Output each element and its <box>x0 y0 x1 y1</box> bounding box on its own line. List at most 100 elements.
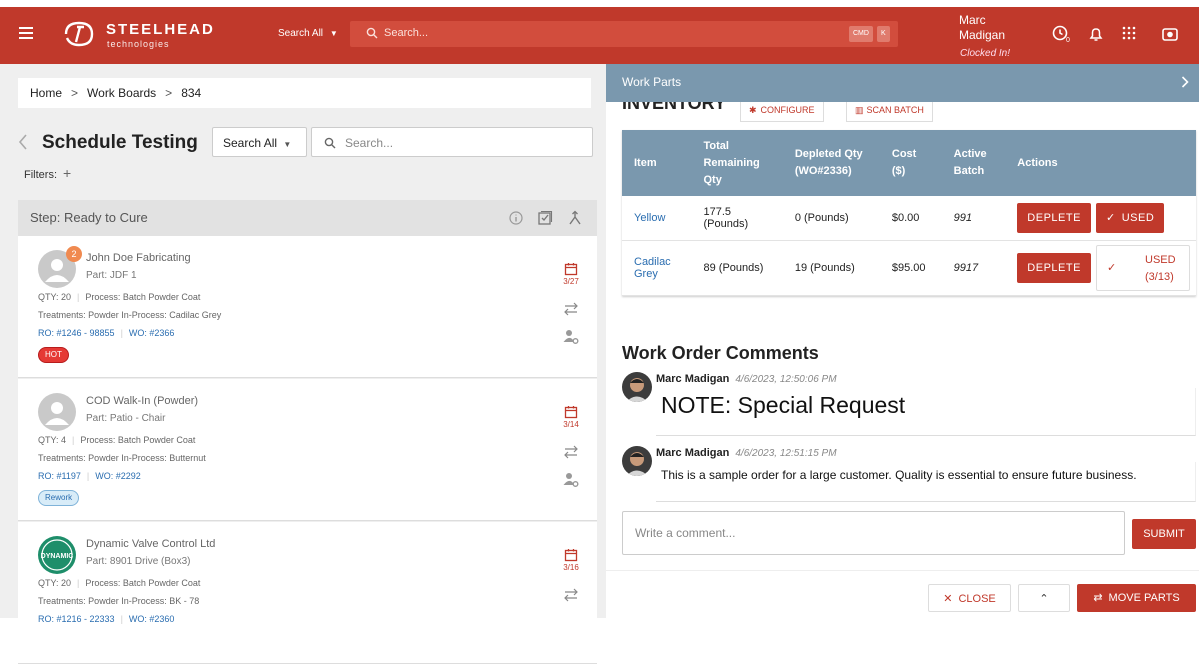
remaining-qty: 177.5 (Pounds) <box>691 196 783 241</box>
hot-tag[interactable]: HOT <box>38 347 69 363</box>
used-count: (3/13) <box>1145 270 1174 283</box>
user-name[interactable]: Marc Madigan <box>959 13 1005 43</box>
transfer-icon[interactable] <box>563 302 579 316</box>
close-icon: ✕ <box>943 593 953 605</box>
step-header: Step: Ready to Cure <box>18 200 597 236</box>
merge-icon[interactable] <box>567 210 583 226</box>
customer-avatar <box>38 393 76 431</box>
ro-link[interactable]: RO: #1197 <box>38 471 81 481</box>
configure-button[interactable]: ✱ CONFIGURE <box>740 102 824 122</box>
global-search-scope[interactable]: Search All ▼ <box>278 28 338 39</box>
used-label: USED <box>1145 253 1176 266</box>
chevron-left-icon[interactable] <box>18 134 28 150</box>
used-count-button[interactable]: ✓ USED (3/13) <box>1096 244 1190 291</box>
deplete-button[interactable]: DEPLETE <box>1017 252 1091 283</box>
global-search-input[interactable]: Search... CMD K <box>350 21 898 47</box>
author-avatar <box>622 372 652 402</box>
bell-icon[interactable] <box>1087 25 1105 43</box>
work-order-card[interactable]: COD Walk-In (Powder) Part: Patio - Chair… <box>18 379 597 521</box>
wo-link[interactable]: WO: #2292 <box>95 471 141 481</box>
breadcrumb-home[interactable]: Home <box>30 86 62 100</box>
ro-link[interactable]: RO: #1246 - 98855 <box>38 328 115 338</box>
camera-icon[interactable] <box>1161 25 1179 43</box>
dynamic-logo-text: DYNAMIC <box>41 553 74 560</box>
deplete-button[interactable]: DEPLETE <box>1017 202 1091 233</box>
scan-batch-label: SCAN BATCH <box>866 105 924 115</box>
actions-cell: DEPLETE ✓ USED <box>1005 196 1196 241</box>
move-parts-button[interactable]: ⇄ MOVE PARTS <box>1077 584 1196 612</box>
treatments: Treatments: Powder In-Process: Cadilac G… <box>38 310 222 320</box>
clock-status: Clocked In! <box>960 48 1011 59</box>
work-order-card[interactable]: DYNAMIC Dynamic Valve Control Ltd Part: … <box>18 522 597 664</box>
comments-title: Work Order Comments <box>622 343 819 363</box>
close-button[interactable]: ✕ CLOSE <box>928 584 1011 612</box>
transfer-icon[interactable] <box>563 588 579 602</box>
shortcut-key-cmd: CMD <box>849 26 873 42</box>
treatments: Treatments: Powder In-Process: Butternut <box>38 453 206 463</box>
qty: QTY: 20 <box>38 292 72 302</box>
steelhead-logo-icon[interactable] <box>62 20 96 48</box>
customer-logo: DYNAMIC <box>38 536 76 574</box>
notification-badge: 2 <box>66 246 82 262</box>
global-search-placeholder: Search... <box>384 27 429 39</box>
chevron-right-icon[interactable] <box>1181 76 1189 88</box>
scan-batch-button[interactable]: ▥ SCAN BATCH <box>846 102 933 122</box>
app-header: STEELHEAD technologies Search All ▼ Sear… <box>0 7 1199 64</box>
due-date: 3/16 <box>563 563 579 572</box>
item-link[interactable]: Cadilac Grey <box>622 240 692 296</box>
inventory-title: INVENTORY <box>622 102 726 120</box>
wo-link[interactable]: WO: #2360 <box>129 614 175 624</box>
customer-name: Dynamic Valve Control Ltd <box>86 538 216 550</box>
order-links: RO: #1246 - 98855 | WO: #2366 <box>38 328 175 338</box>
user-first-name: Marc <box>959 13 986 27</box>
user-settings-icon[interactable] <box>563 472 579 488</box>
info-icon[interactable] <box>508 210 524 226</box>
qty: QTY: 4 <box>38 435 67 445</box>
board-search-scope-select[interactable]: Search All ▼ <box>212 127 307 157</box>
check-icon: ✓ <box>1107 261 1117 274</box>
ro-link[interactable]: RO: #1216 - 22333 <box>38 614 115 624</box>
work-order-card[interactable]: 2 John Doe Fabricating Part: JDF 1 QTY: … <box>18 236 597 378</box>
comment-time: 4/6/2023, 12:50:06 PM <box>735 374 837 385</box>
collapse-button[interactable]: ⌃ <box>1018 584 1070 612</box>
comment-input[interactable]: Write a comment... <box>622 511 1125 555</box>
used-label: USED <box>1121 211 1155 224</box>
filters-row: Filters: + <box>24 165 71 181</box>
apps-grid-icon[interactable] <box>1120 25 1138 43</box>
user-settings-icon[interactable] <box>563 329 579 345</box>
comment-time: 4/6/2023, 12:51:15 PM <box>735 448 837 459</box>
search-icon <box>366 27 378 39</box>
barcode-icon: ▥ <box>855 105 863 115</box>
gear-icon: ✱ <box>749 105 757 115</box>
shortcut-key-k: K <box>877 26 890 42</box>
checklist-icon[interactable] <box>537 210 553 226</box>
col-depleted: Depleted Qty (WO#2336) <box>782 130 880 196</box>
move-parts-label: MOVE PARTS <box>1108 592 1180 604</box>
rework-tag[interactable]: Rework <box>38 490 80 506</box>
breadcrumb-work-boards[interactable]: Work Boards <box>87 86 156 100</box>
remaining-qty: 89 (Pounds) <box>691 240 783 296</box>
hamburger-menu-icon[interactable] <box>19 27 33 39</box>
submit-button[interactable]: SUBMIT <box>1132 519 1196 549</box>
filters-label: Filters: <box>24 169 57 181</box>
part-name: Part: 8901 Drive (Box3) <box>86 556 191 567</box>
wo-link[interactable]: WO: #2366 <box>129 328 175 338</box>
cost: $95.00 <box>879 240 942 296</box>
add-filter-icon[interactable]: + <box>63 165 71 181</box>
col-remaining: Total Remaining Qty <box>691 130 783 196</box>
transfer-icon[interactable] <box>563 445 579 459</box>
comment-author: Marc Madigan 4/6/2023, 12:51:15 PM <box>656 447 837 459</box>
brand-name: STEELHEAD <box>106 21 215 38</box>
used-button[interactable]: ✓ USED <box>1096 202 1165 233</box>
process: Process: Batch Powder Coat <box>85 578 201 588</box>
col-actions: Actions <box>1005 130 1196 196</box>
user-last-name: Madigan <box>959 28 1006 42</box>
caret-down-icon: ▼ <box>283 140 292 149</box>
search-scope-label: Search All <box>278 28 324 39</box>
actions-cell: DEPLETE ✓ USED (3/13) <box>1005 240 1196 296</box>
qty-process: QTY: 20 | Process: Batch Powder Coat <box>38 292 201 302</box>
part-name: Part: JDF 1 <box>86 270 137 281</box>
board-search-input[interactable]: Search... <box>311 127 593 157</box>
item-link[interactable]: Yellow <box>622 196 692 241</box>
depleted-qty: 19 (Pounds) <box>782 240 880 296</box>
